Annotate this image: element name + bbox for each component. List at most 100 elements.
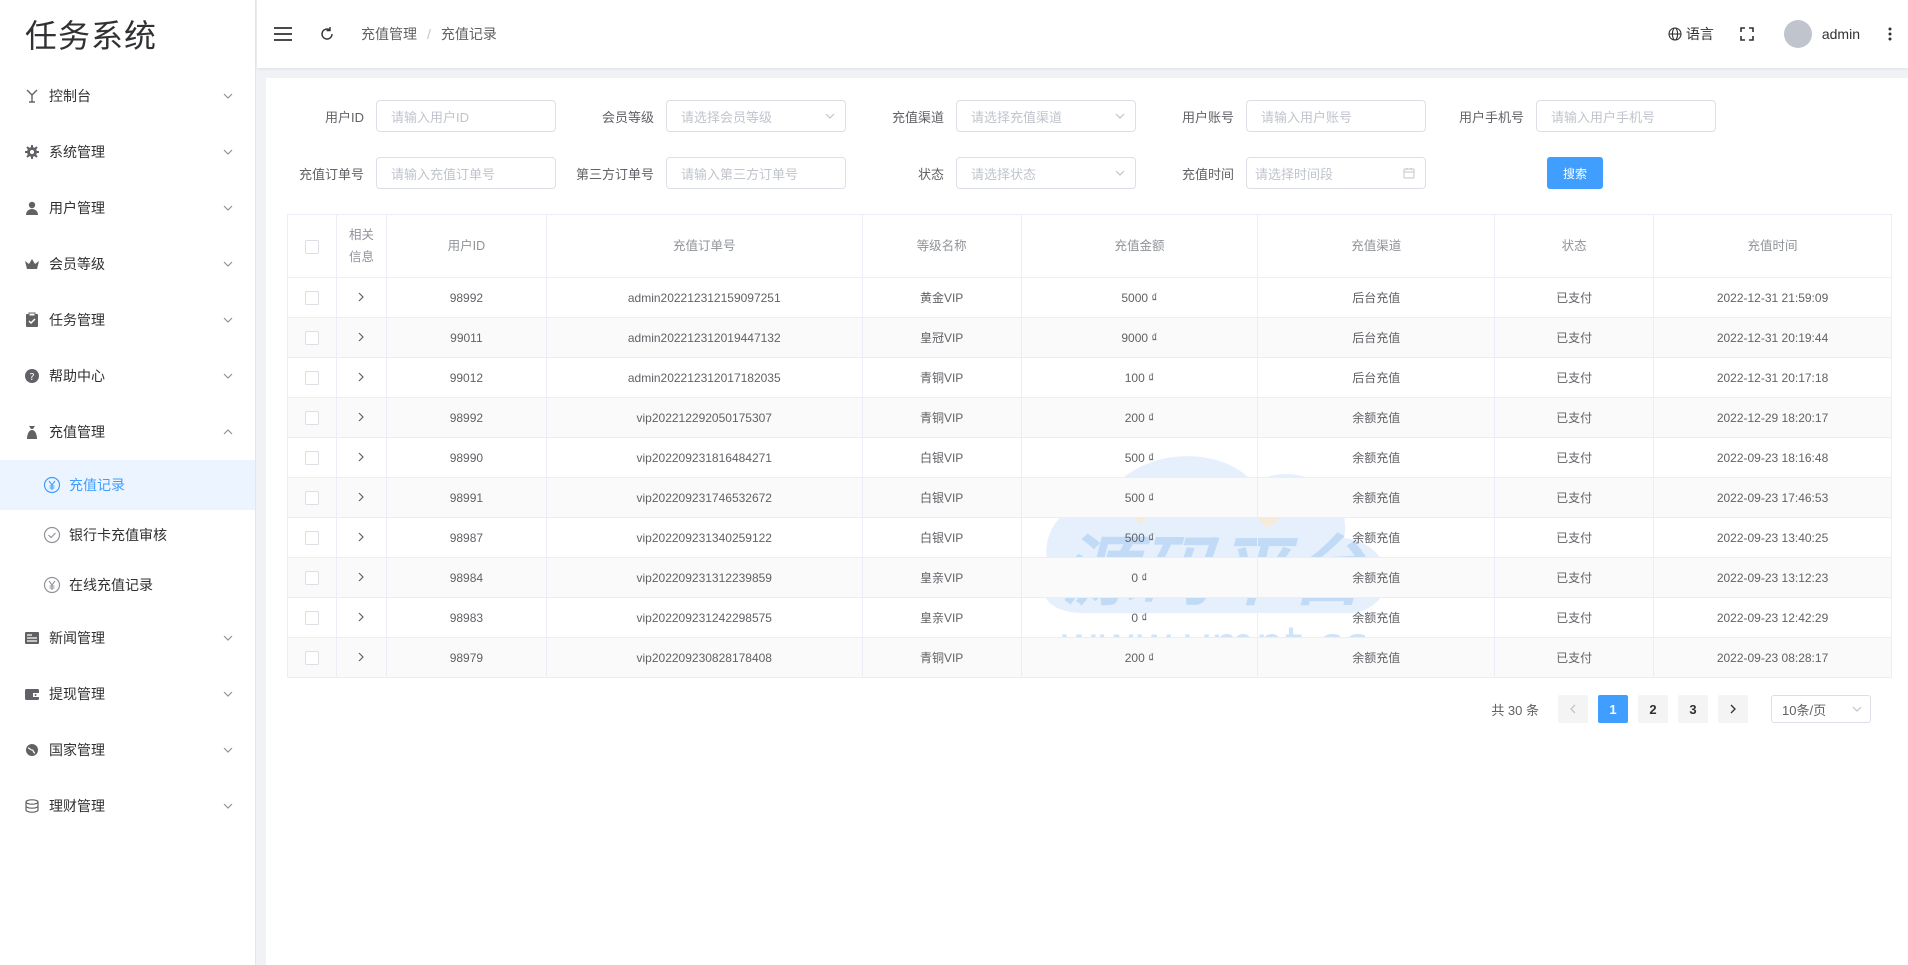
sidebar-subitem-label: 在线充值记录 xyxy=(69,577,153,593)
row-checkbox[interactable] xyxy=(304,290,319,305)
sidebar-subitem-recharge-records[interactable]: 充值记录 xyxy=(0,460,255,510)
sidebar-item-dashboard[interactable]: 控制台 xyxy=(0,68,255,124)
sidebar-item-users[interactable]: 用户管理 xyxy=(0,180,255,236)
sidebar-subitem-label: 充值记录 xyxy=(69,477,125,493)
expand-chevron-icon[interactable] xyxy=(357,572,365,582)
expand-chevron-icon[interactable] xyxy=(357,452,365,462)
app-logo-title: 任务系统 xyxy=(25,17,158,55)
sidebar-item-withdraw[interactable]: 提现管理 xyxy=(0,666,255,722)
expand-chevron-icon[interactable] xyxy=(357,492,365,502)
cell-user-id: 99011 xyxy=(385,317,547,358)
row-checkbox[interactable] xyxy=(304,570,319,585)
expand-chevron-icon[interactable] xyxy=(357,292,365,302)
cell-amount: 100 ₫ xyxy=(1020,357,1259,398)
cell-channel: 余额充值 xyxy=(1257,477,1496,518)
page-button-3[interactable]: 3 xyxy=(1678,695,1708,723)
sidebar-item-tasks[interactable]: 任务管理 xyxy=(0,292,255,348)
refresh-icon[interactable] xyxy=(319,26,335,42)
cell-level: 皇冠VIP xyxy=(861,317,1022,358)
row-checkbox[interactable] xyxy=(304,610,319,625)
row-checkbox[interactable] xyxy=(304,490,319,505)
third-order-no-input[interactable]: 请输入第三方订单号 xyxy=(666,157,846,189)
coins-icon xyxy=(24,798,40,814)
row-checkbox[interactable] xyxy=(304,410,319,425)
time-range-picker[interactable]: 请选择时间段 xyxy=(1246,157,1426,189)
phone-input[interactable]: 请输入用户手机号 xyxy=(1536,100,1716,132)
more-vertical-icon[interactable] xyxy=(1888,27,1892,41)
breadcrumb-item-recharge[interactable]: 充值管理 xyxy=(361,24,417,44)
sidebar-item-country[interactable]: 国家管理 xyxy=(0,722,255,778)
filter-account: 用户账号 请输入用户账号 xyxy=(1136,100,1426,132)
chevron-right-icon xyxy=(1730,704,1736,714)
cell-amount: 0 ₫ xyxy=(1020,597,1259,638)
cell-status: 已支付 xyxy=(1494,557,1655,598)
filter-label: 用户手机号 xyxy=(1458,109,1524,125)
cell-user-id: 98979 xyxy=(385,637,547,678)
avatar[interactable] xyxy=(1783,20,1812,48)
expand-chevron-icon[interactable] xyxy=(357,412,365,422)
app-root: 任务系统 控制台 系统管理 用户管理 会员等级 任务管理 ? 帮助中心 充值管理… xyxy=(0,0,1908,965)
header-actions: 语言 admin xyxy=(1668,0,1908,68)
sidebar-item-help[interactable]: ? 帮助中心 xyxy=(0,348,255,404)
select-all-checkbox[interactable] xyxy=(304,239,319,254)
filter-member-level: 会员等级 请选择会员等级 xyxy=(556,100,846,132)
status-select[interactable]: 请选择状态 xyxy=(956,157,1136,189)
expand-chevron-icon[interactable] xyxy=(357,372,365,382)
row-checkbox[interactable] xyxy=(304,330,319,345)
expand-chevron-icon[interactable] xyxy=(357,612,365,622)
sidebar-subitem-label: 银行卡充值审核 xyxy=(69,527,167,543)
cell-channel: 后台充值 xyxy=(1257,317,1496,358)
clipboard-icon xyxy=(24,312,40,328)
sidebar-item-finance[interactable]: 理财管理 xyxy=(0,778,255,834)
expand-chevron-icon[interactable] xyxy=(357,532,365,542)
cell-user-id: 98990 xyxy=(385,437,547,478)
user-id-input[interactable]: 请输入用户ID xyxy=(376,100,556,132)
table-header-row: 相关 信息 用户ID 充值订单号 等级名称 充值金额 充值渠道 状态 充值时间 xyxy=(287,214,1892,278)
filter-channel: 充值渠道 请选择充值渠道 xyxy=(846,100,1136,132)
sidebar-item-member-level[interactable]: 会员等级 xyxy=(0,236,255,292)
row-checkbox[interactable] xyxy=(304,370,319,385)
table-row: 99012 admin202212312017182035 青铜VIP 100 … xyxy=(287,357,1892,398)
prev-page-button[interactable] xyxy=(1558,695,1588,723)
sidebar-item-system[interactable]: 系统管理 xyxy=(0,124,255,180)
sidebar-item-news[interactable]: 新闻管理 xyxy=(0,610,255,666)
member-level-select[interactable]: 请选择会员等级 xyxy=(666,100,846,132)
hamburger-icon[interactable] xyxy=(273,24,293,44)
cell-level: 青铜VIP xyxy=(861,637,1022,678)
sidebar-item-label: 用户管理 xyxy=(49,200,105,216)
filter-user-id: 用户ID 请输入用户ID xyxy=(266,100,556,132)
calendar-icon xyxy=(1403,167,1415,179)
sidebar-subitem-bank-review[interactable]: 银行卡充值审核 xyxy=(0,510,255,560)
chevron-down-icon xyxy=(1115,168,1125,178)
cell-time: 2022-09-23 08:28:17 xyxy=(1653,637,1892,678)
page-button-1[interactable]: 1 xyxy=(1598,695,1628,723)
sidebar: 任务系统 控制台 系统管理 用户管理 会员等级 任务管理 ? 帮助中心 充值管理… xyxy=(0,0,256,965)
cell-amount: 5000 ₫ xyxy=(1020,277,1259,318)
cell-time: 2022-09-23 17:46:53 xyxy=(1653,477,1892,518)
select-placeholder: 请选择会员等级 xyxy=(681,109,773,125)
expand-chevron-icon[interactable] xyxy=(357,332,365,342)
search-button[interactable]: 搜索 xyxy=(1547,157,1603,189)
language-switch[interactable]: 语言 xyxy=(1668,24,1714,44)
username[interactable]: admin xyxy=(1822,26,1860,42)
breadcrumb: 充值管理 / 充值记录 xyxy=(361,24,497,44)
page-button-2[interactable]: 2 xyxy=(1638,695,1668,723)
cell-level: 白银VIP xyxy=(861,437,1022,478)
order-no-input[interactable]: 请输入充值订单号 xyxy=(376,157,556,189)
page-size-select[interactable]: 10条/页 xyxy=(1771,695,1871,723)
row-checkbox[interactable] xyxy=(304,530,319,545)
channel-select[interactable]: 请选择充值渠道 xyxy=(956,100,1136,132)
account-input[interactable]: 请输入用户账号 xyxy=(1246,100,1426,132)
cell-status: 已支付 xyxy=(1494,517,1655,558)
cell-level: 青铜VIP xyxy=(861,357,1022,398)
fullscreen-icon[interactable] xyxy=(1740,27,1754,41)
sidebar-subitem-online-records[interactable]: 在线充值记录 xyxy=(0,560,255,610)
sidebar-item-recharge[interactable]: 充值管理 xyxy=(0,404,255,460)
row-checkbox[interactable] xyxy=(304,650,319,665)
next-page-button[interactable] xyxy=(1718,695,1748,723)
row-checkbox[interactable] xyxy=(304,450,319,465)
column-header-user-id: 用户ID xyxy=(385,214,547,278)
cell-level: 青铜VIP xyxy=(861,397,1022,438)
expand-chevron-icon[interactable] xyxy=(357,652,365,662)
cell-user-id: 98992 xyxy=(385,277,547,318)
